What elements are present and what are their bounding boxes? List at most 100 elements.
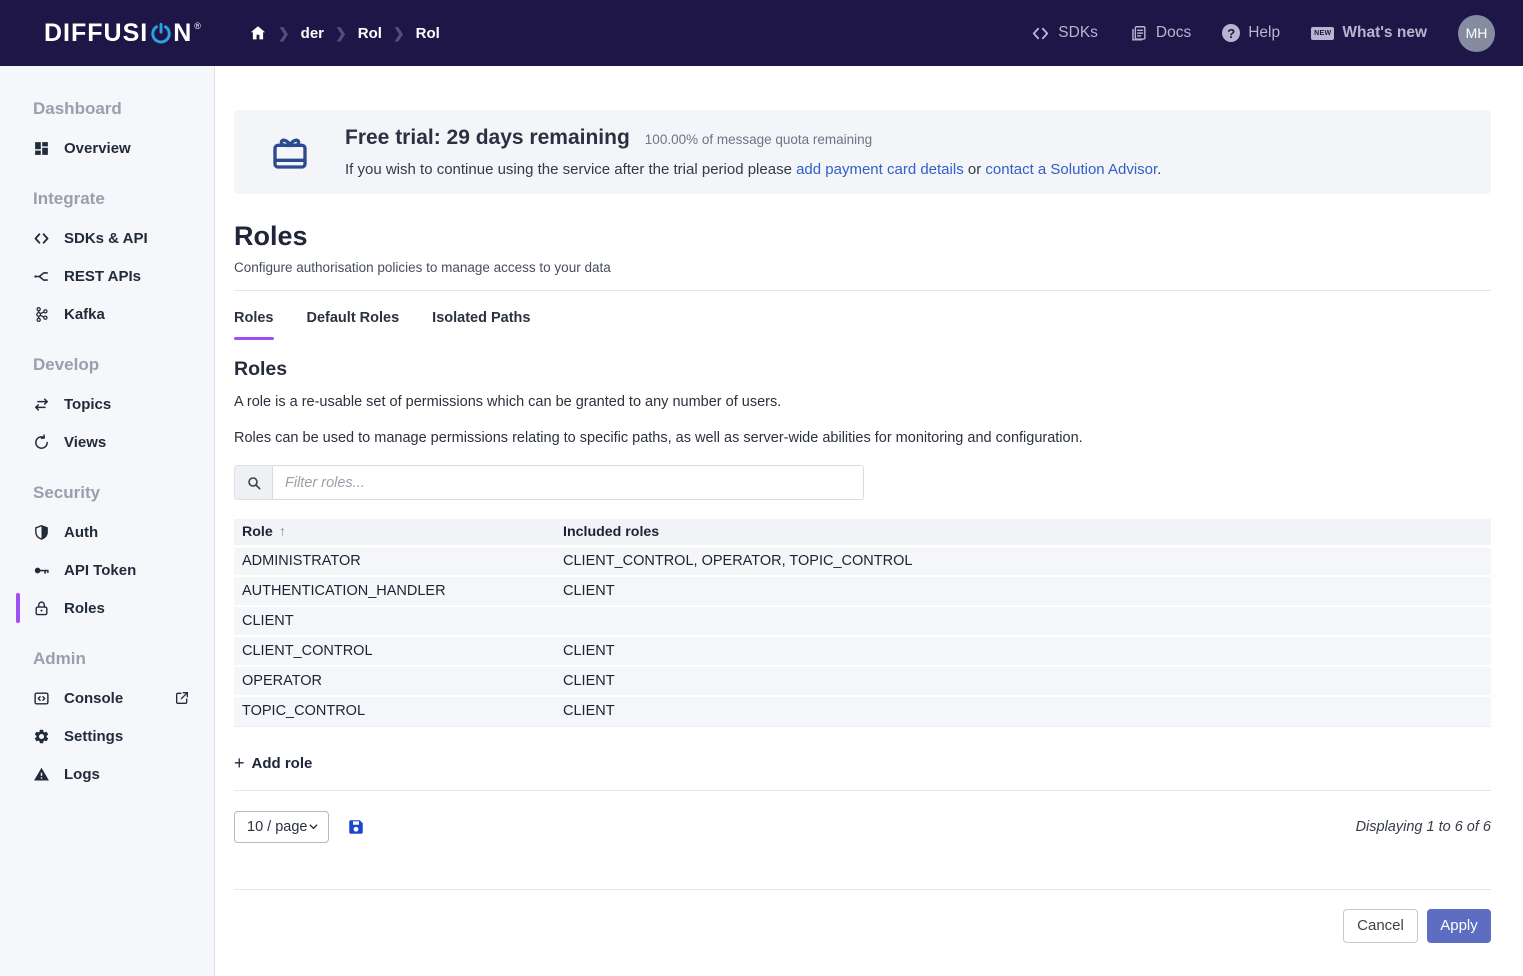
- chevron-down-icon: [309, 824, 318, 830]
- navbar-actions: SDKs Docs ? Help NEW What's new MH: [1031, 14, 1495, 52]
- sidebar-item-rest-apis[interactable]: REST APIs: [33, 267, 198, 285]
- sidebar-item-kafka[interactable]: Kafka: [33, 305, 198, 323]
- sdks-link[interactable]: SDKs: [1031, 24, 1098, 43]
- cancel-button[interactable]: Cancel: [1343, 908, 1418, 943]
- shield-icon: [33, 524, 50, 541]
- role-cell[interactable]: TOPIC_CONTROL: [234, 696, 555, 727]
- user-avatar[interactable]: MH: [1458, 14, 1495, 52]
- role-cell[interactable]: ADMINISTRATOR: [234, 546, 555, 577]
- grid-icon: [33, 140, 50, 157]
- role-cell[interactable]: OPERATOR: [234, 666, 555, 697]
- apply-button[interactable]: Apply: [1427, 908, 1491, 943]
- quota-text: 100.00% of message quota remaining: [644, 132, 873, 147]
- table-row[interactable]: CLIENT_CONTROL CLIENT: [234, 636, 1491, 667]
- diffusion-logo[interactable]: DIFFUSI N ®: [44, 13, 201, 53]
- included-roles-cell[interactable]: CLIENT: [555, 666, 1491, 697]
- included-roles-cell[interactable]: CLIENT_CONTROL, OPERATOR, TOPIC_CONTROL: [555, 546, 1491, 577]
- breadcrumb-item[interactable]: Rol: [416, 25, 440, 42]
- add-payment-link[interactable]: add payment card details: [796, 161, 964, 178]
- sidebar-item-auth[interactable]: Auth: [33, 523, 198, 541]
- solution-advisor-link[interactable]: contact a Solution Advisor: [985, 161, 1157, 178]
- fork-icon: [33, 268, 50, 285]
- breadcrumb-item[interactable]: der: [301, 25, 324, 42]
- sidebar-section-integrate: Integrate SDKs & API REST APIs Kafka: [33, 189, 198, 323]
- page-size-select[interactable]: 10 / page: [234, 810, 329, 843]
- sidebar-item-label: API Token: [64, 561, 137, 579]
- role-cell[interactable]: CLIENT: [234, 606, 555, 637]
- role-cell[interactable]: CLIENT_CONTROL: [234, 636, 555, 667]
- sidebar-item-label: Settings: [64, 727, 124, 745]
- swap-arrows-icon: [33, 396, 50, 413]
- gear-icon: [33, 728, 50, 745]
- trial-banner: Free trial: 29 days remaining 100.00% of…: [234, 110, 1491, 194]
- table-row[interactable]: TOPIC_CONTROL CLIENT: [234, 696, 1491, 727]
- included-roles-cell[interactable]: CLIENT: [555, 696, 1491, 727]
- divider: [234, 290, 1491, 291]
- refresh-icon: [33, 433, 50, 451]
- tab-bar: Roles Default Roles Isolated Paths: [234, 310, 1491, 340]
- warning-icon: [33, 766, 50, 783]
- sidebar-item-logs[interactable]: Logs: [33, 765, 198, 783]
- search-icon: [234, 465, 272, 500]
- whats-new-label: What's new: [1342, 24, 1427, 41]
- filter-roles-input[interactable]: [272, 465, 864, 500]
- tab-roles[interactable]: Roles: [234, 310, 274, 340]
- code-icon: [33, 230, 50, 247]
- whats-new-link[interactable]: NEW What's new: [1311, 24, 1427, 42]
- included-roles-cell[interactable]: [555, 606, 1491, 637]
- role-cell[interactable]: AUTHENTICATION_HANDLER: [234, 576, 555, 607]
- top-navbar: DIFFUSI N ® ❯ der ❯ Rol ❯ Rol SDKs Docs …: [0, 0, 1523, 66]
- home-icon[interactable]: [249, 24, 267, 42]
- column-header-role[interactable]: Role ↑: [234, 519, 555, 548]
- help-link[interactable]: ? Help: [1222, 24, 1280, 42]
- included-roles-cell[interactable]: CLIENT: [555, 576, 1491, 607]
- code-icon: [1033, 27, 1049, 39]
- section-title: Dashboard: [33, 99, 122, 118]
- sidebar-item-label: Views: [64, 433, 107, 451]
- sidebar-item-overview[interactable]: Overview: [33, 139, 198, 157]
- save-icon[interactable]: [347, 818, 365, 836]
- sidebar-item-topics[interactable]: Topics: [33, 395, 198, 413]
- section-title: Develop: [33, 355, 100, 374]
- sidebar-item-settings[interactable]: Settings: [33, 727, 198, 745]
- page-size-value: 10 / page: [247, 818, 308, 835]
- sidebar-item-sdks-api[interactable]: SDKs & API: [33, 229, 198, 247]
- sidebar-item-api-token[interactable]: API Token: [33, 561, 198, 579]
- section-title: Integrate: [33, 189, 105, 208]
- add-role-button[interactable]: + Add role: [234, 753, 312, 774]
- table-row[interactable]: AUTHENTICATION_HANDLER CLIENT: [234, 576, 1491, 607]
- sidebar: Dashboard Overview Integrate SDKs & API: [0, 66, 215, 976]
- table-row[interactable]: CLIENT: [234, 606, 1491, 637]
- logo-text-right: N: [173, 19, 193, 47]
- filter-box: [234, 465, 864, 500]
- sidebar-item-label: Topics: [64, 395, 112, 413]
- breadcrumb: ❯ der ❯ Rol ❯ Rol: [249, 24, 440, 42]
- sidebar-item-label: Logs: [64, 765, 100, 783]
- trial-banner-body: Free trial: 29 days remaining 100.00% of…: [345, 126, 1161, 178]
- docs-link[interactable]: Docs: [1129, 24, 1191, 43]
- sidebar-item-label: Overview: [64, 139, 131, 157]
- sidebar-item-console[interactable]: Console: [33, 689, 198, 707]
- new-badge-icon: NEW: [1311, 26, 1335, 40]
- divider: [234, 888, 1491, 890]
- column-header-included-roles[interactable]: Included roles: [555, 519, 1491, 548]
- table-row[interactable]: OPERATOR CLIENT: [234, 666, 1491, 697]
- divider: [234, 789, 1491, 791]
- tab-isolated-paths[interactable]: Isolated Paths: [432, 310, 530, 335]
- tab-default-roles[interactable]: Default Roles: [307, 310, 400, 335]
- trial-title: Free trial: 29 days remaining: [345, 126, 630, 149]
- table-row[interactable]: ADMINISTRATOR CLIENT_CONTROL, OPERATOR, …: [234, 546, 1491, 577]
- kafka-icon: [33, 306, 50, 323]
- section-title: Security: [33, 483, 101, 502]
- lock-icon: [33, 600, 50, 617]
- sdks-label: SDKs: [1058, 24, 1098, 41]
- sidebar-item-roles[interactable]: Roles: [16, 593, 198, 623]
- sidebar-item-label: Console: [64, 689, 124, 707]
- sidebar-item-label: Kafka: [64, 305, 105, 323]
- external-link-icon[interactable]: [174, 690, 190, 706]
- trial-message-end: .: [1157, 161, 1162, 178]
- sidebar-item-label: Auth: [64, 523, 99, 541]
- included-roles-cell[interactable]: CLIENT: [555, 636, 1491, 667]
- sidebar-item-views[interactable]: Views: [33, 433, 198, 451]
- breadcrumb-item[interactable]: Rol: [358, 25, 382, 42]
